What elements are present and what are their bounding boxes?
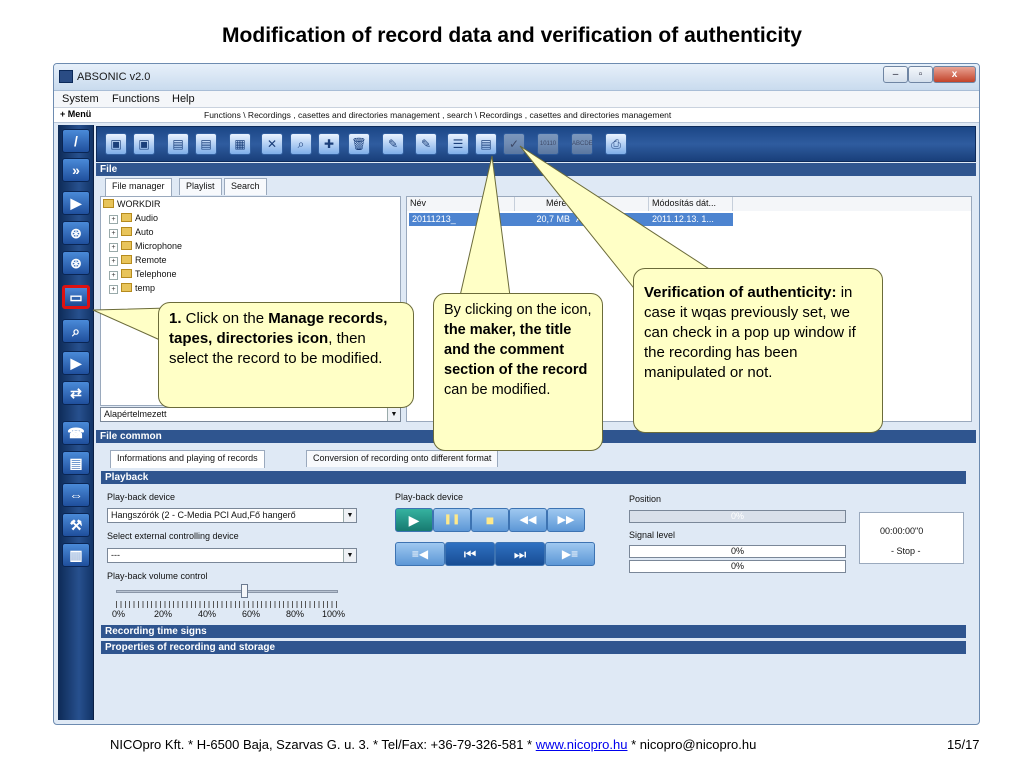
callout-1-number: 1. bbox=[169, 310, 182, 327]
callout-2-text-b: the maker, the title and the comment sec… bbox=[444, 322, 588, 378]
callout-2-text-a: By clicking on the icon, bbox=[444, 302, 592, 318]
website-link[interactable]: www.nicopro.hu bbox=[536, 737, 628, 752]
page-number: 15/17 bbox=[947, 737, 980, 752]
callout-modify-data: By clicking on the icon, the maker, the … bbox=[433, 293, 603, 451]
footer-prefix: NICOpro Kft. * H-6500 Baja, Szarvas G. u… bbox=[110, 737, 536, 752]
footer-suffix: * nicopro@nicopro.hu bbox=[627, 737, 757, 752]
callout-2-text-c: can be modified. bbox=[444, 382, 551, 398]
callout-1-text-a: Click on the bbox=[181, 310, 269, 327]
callout-verification: Verification of authenticity: in case it… bbox=[633, 268, 883, 433]
callout-3-title: Verification of authenticity: bbox=[644, 284, 837, 301]
callout-manage-records: 1. Click on the Manage records, tapes, d… bbox=[158, 302, 414, 408]
footer-text: NICOpro Kft. * H-6500 Baja, Szarvas G. u… bbox=[110, 737, 756, 752]
